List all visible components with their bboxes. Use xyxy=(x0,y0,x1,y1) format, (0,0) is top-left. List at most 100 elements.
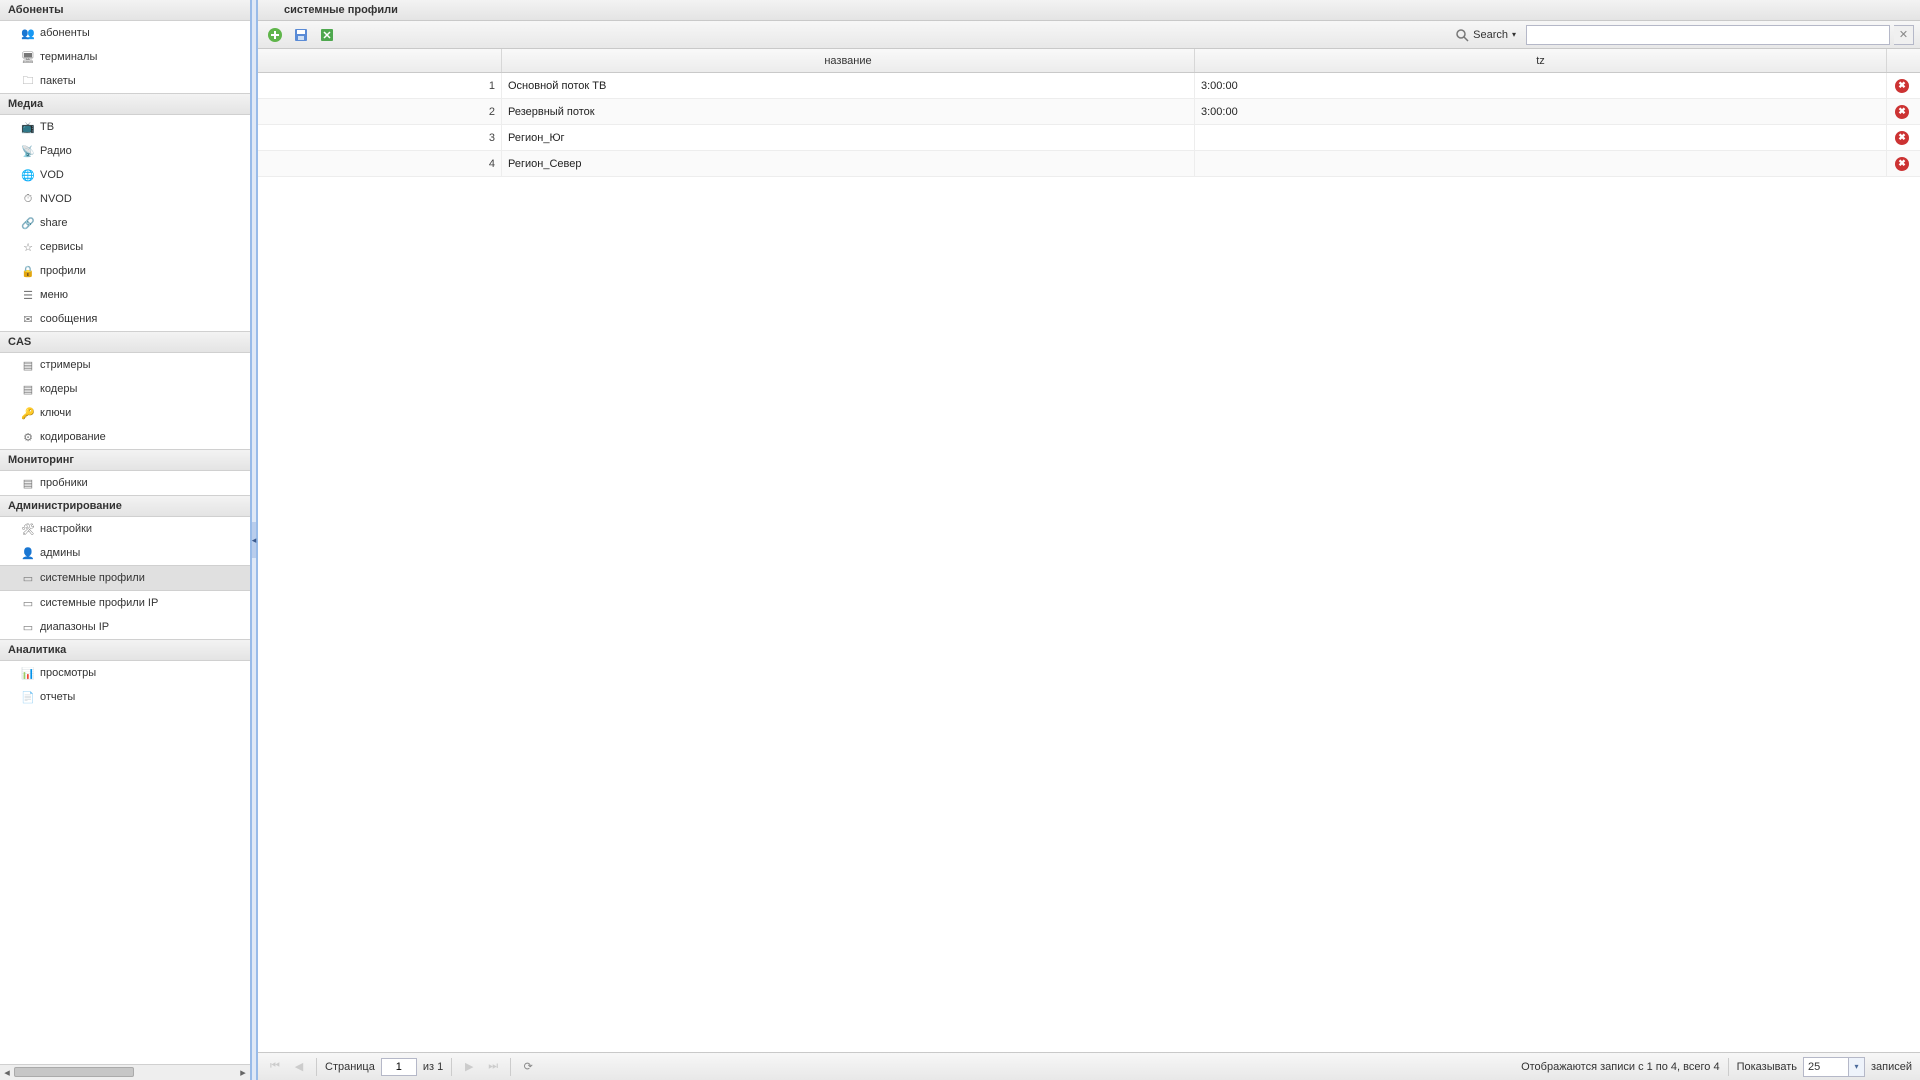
delete-icon: ✖ xyxy=(1895,79,1909,93)
sidebar-item-label: меню xyxy=(40,289,68,301)
sidebar-item-views[interactable]: 📊 просмотры xyxy=(0,661,250,685)
nvod-icon: ⏱ xyxy=(20,191,36,207)
sidebar-group-admin: Администрирование xyxy=(0,495,250,517)
page-input[interactable] xyxy=(381,1058,417,1076)
chevron-down-icon: ▾ xyxy=(1512,30,1516,39)
sidebar-item-share[interactable]: 🔗 share xyxy=(0,211,250,235)
toolbar: Search ▾ ✕ xyxy=(258,21,1920,49)
page-size-label: Показывать xyxy=(1737,1061,1797,1073)
delete-icon: ✖ xyxy=(1895,105,1909,119)
table-row[interactable]: 3Регион_Юг✖ xyxy=(258,125,1920,151)
column-header-name[interactable]: название xyxy=(502,49,1195,72)
key-icon: 🔑 xyxy=(20,405,36,421)
sidebar-item-encoding[interactable]: ⚙ кодирование xyxy=(0,425,250,449)
grid: название tz 1Основной поток ТВ3:00:00✖2Р… xyxy=(258,49,1920,1052)
column-header-rownum[interactable] xyxy=(258,49,502,72)
sidebar-item-admins[interactable]: 👤 админы xyxy=(0,541,250,565)
column-header-tz[interactable]: tz xyxy=(1195,49,1887,72)
cell-tz xyxy=(1195,151,1887,176)
sidebar-item-label: VOD xyxy=(40,169,64,181)
page-last-button[interactable]: ⏭ xyxy=(484,1058,502,1076)
sidebar-item-label: абоненты xyxy=(40,27,90,39)
globe-icon: 🌐 xyxy=(20,167,36,183)
sidebar-body: Абоненты 👥 абоненты 🖥 терминалы 🗀 пакеты… xyxy=(0,0,250,1064)
sidebar-item-label: просмотры xyxy=(40,667,96,679)
splitter-handle-icon: ◂ xyxy=(252,522,256,558)
sidebar-item-menu[interactable]: ☰ меню xyxy=(0,283,250,307)
delete-row-button[interactable]: ✖ xyxy=(1887,125,1917,150)
table-row[interactable]: 2Резервный поток3:00:00 ✖ xyxy=(258,99,1920,125)
scroll-left-icon[interactable]: ◂ xyxy=(0,1065,14,1080)
cell-name: Резервный поток xyxy=(502,99,1195,124)
cell-tz: 3:00:00 xyxy=(1195,73,1887,98)
share-icon: 🔗 xyxy=(20,215,36,231)
sidebar-item-label: пробники xyxy=(40,477,88,489)
sidebar-horizontal-scroll[interactable]: ◂ ▸ xyxy=(0,1064,250,1080)
sidebar-item-ip-ranges[interactable]: ▭ диапазоны IP xyxy=(0,615,250,639)
search-dropdown[interactable]: Search ▾ xyxy=(1449,28,1522,42)
page-of-label: из 1 xyxy=(423,1061,443,1073)
sidebar-item-settings[interactable]: 🛠 настройки xyxy=(0,517,250,541)
views-icon: 📊 xyxy=(20,665,36,681)
grid-header: название tz xyxy=(258,49,1920,73)
sidebar-item-messages[interactable]: ✉ сообщения xyxy=(0,307,250,331)
search-icon xyxy=(1455,28,1469,42)
sidebar-group-media: Медиа xyxy=(0,93,250,115)
sidebar-item-radio[interactable]: 📡 Радио xyxy=(0,139,250,163)
panel-title: системные профили xyxy=(258,0,1920,21)
sidebar-item-subscribers[interactable]: 👥 абоненты xyxy=(0,21,250,45)
cell-rownum: 2 xyxy=(258,99,502,124)
excel-icon xyxy=(319,27,335,43)
scroll-thumb[interactable] xyxy=(14,1067,134,1077)
cell-rownum: 3 xyxy=(258,125,502,150)
sidebar-item-label: диапазоны IP xyxy=(40,621,109,633)
sidebar-item-streamers[interactable]: ▤ стримеры xyxy=(0,353,250,377)
sidebar-item-label: админы xyxy=(40,547,80,559)
sidebar-item-nvod[interactable]: ⏱ NVOD xyxy=(0,187,250,211)
sidebar-item-label: отчеты xyxy=(40,691,75,703)
delete-row-button[interactable]: ✖ xyxy=(1887,151,1917,176)
scroll-track[interactable] xyxy=(14,1065,236,1080)
table-row[interactable]: 1Основной поток ТВ3:00:00✖ xyxy=(258,73,1920,99)
sidebar-item-services[interactable]: ☆ сервисы xyxy=(0,235,250,259)
sidebar-item-label: NVOD xyxy=(40,193,72,205)
sidebar-item-tv[interactable]: 📺 ТВ xyxy=(0,115,250,139)
add-button[interactable] xyxy=(264,24,286,46)
search-input[interactable] xyxy=(1526,25,1890,45)
sidebar-item-label: кодирование xyxy=(40,431,106,443)
export-button[interactable] xyxy=(316,24,338,46)
message-icon: ✉ xyxy=(20,311,36,327)
sidebar-item-label: сервисы xyxy=(40,241,83,253)
delete-row-button[interactable]: ✖ xyxy=(1887,73,1917,98)
page-label: Страница xyxy=(325,1061,375,1073)
admins-icon: 👤 xyxy=(20,545,36,561)
sidebar-item-reports[interactable]: 📄 отчеты xyxy=(0,685,250,709)
sidebar-item-vod[interactable]: 🌐 VOD xyxy=(0,163,250,187)
sidebar-item-probes[interactable]: ▤ пробники xyxy=(0,471,250,495)
sidebar-item-system-profiles-ip[interactable]: ▭ системные профили IP xyxy=(0,591,250,615)
folder-icon: 🗀 xyxy=(20,73,36,89)
delete-row-button[interactable]: ✖ xyxy=(1887,99,1917,124)
page-prev-button[interactable]: ◀ xyxy=(290,1058,308,1076)
sidebar-group-analytics: Аналитика xyxy=(0,639,250,661)
sidebar-item-terminals[interactable]: 🖥 терминалы xyxy=(0,45,250,69)
sidebar-item-encoders[interactable]: ▤ кодеры xyxy=(0,377,250,401)
sidebar-item-packages[interactable]: 🗀 пакеты xyxy=(0,69,250,93)
page-next-button[interactable]: ▶ xyxy=(460,1058,478,1076)
sidebar-item-label: системные профили xyxy=(40,572,145,584)
cell-tz: 3:00:00 xyxy=(1195,99,1887,124)
sidebar-item-system-profiles[interactable]: ▭ системные профили xyxy=(0,565,250,591)
sidebar-item-keys[interactable]: 🔑 ключи xyxy=(0,401,250,425)
page-size-select[interactable]: 25 ▾ xyxy=(1803,1057,1865,1077)
cell-rownum: 4 xyxy=(258,151,502,176)
scroll-right-icon[interactable]: ▸ xyxy=(236,1065,250,1080)
sidebar: Абоненты 👥 абоненты 🖥 терминалы 🗀 пакеты… xyxy=(0,0,251,1080)
table-row[interactable]: 4Регион_Север✖ xyxy=(258,151,1920,177)
search-clear-button[interactable]: ✕ xyxy=(1894,25,1914,45)
save-button[interactable] xyxy=(290,24,312,46)
sidebar-item-label: Радио xyxy=(40,145,72,157)
sidebar-item-profiles[interactable]: 🔒 профили xyxy=(0,259,250,283)
sidebar-item-label: профили xyxy=(40,265,86,277)
page-first-button[interactable]: ⏮ xyxy=(266,1058,284,1076)
refresh-button[interactable]: ⟳ xyxy=(519,1058,537,1076)
